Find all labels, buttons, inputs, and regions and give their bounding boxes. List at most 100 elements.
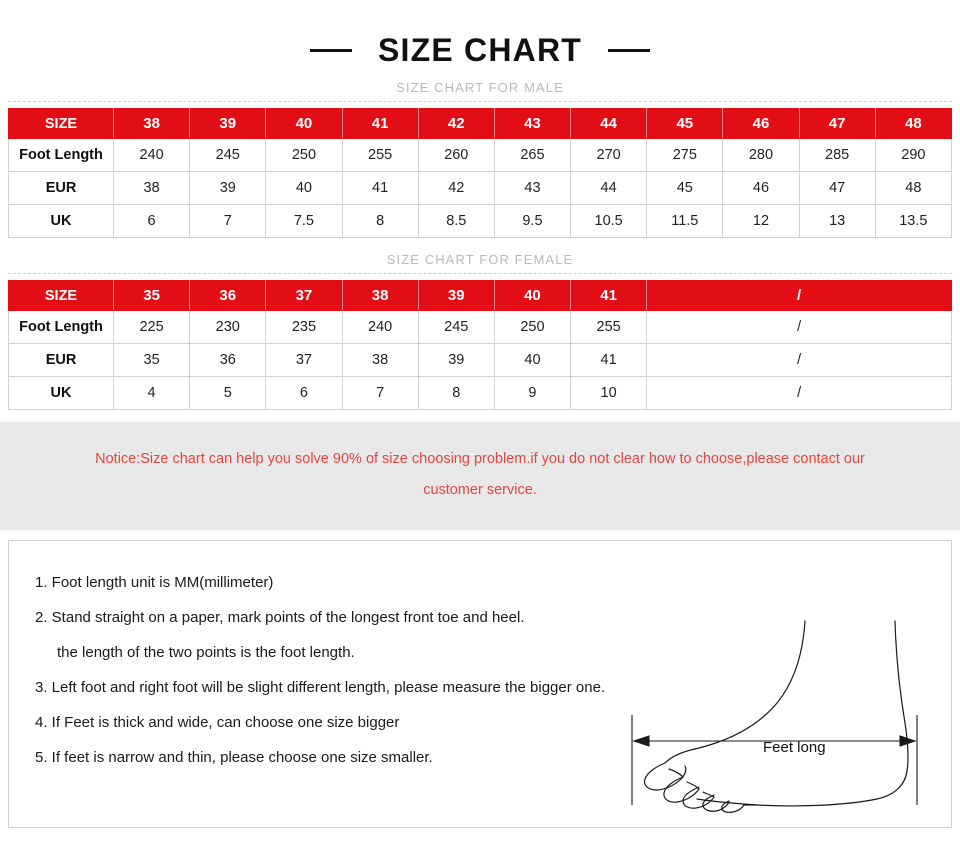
female-section-subtitle: SIZE CHART FOR FEMALE [386, 252, 574, 267]
female-span-cell: / [646, 310, 952, 344]
table-row: EUR 38 39 40 41 42 43 44 45 46 47 48 [8, 171, 953, 205]
feet-long-label: Feet long [763, 739, 826, 756]
table-cell: 7.5 [265, 204, 343, 238]
female-header-cell: 36 [189, 280, 267, 311]
table-cell: 7 [189, 204, 267, 238]
notice-band: Notice:Size chart can help you solve 90%… [0, 422, 960, 530]
table-cell: 44 [570, 171, 648, 205]
table-cell: 42 [417, 171, 495, 205]
table-cell: 39 [417, 343, 495, 377]
male-header-cell: 40 [265, 108, 343, 139]
male-header-cell: 39 [189, 108, 267, 139]
table-cell: 245 [189, 138, 267, 172]
female-section-divider [8, 273, 952, 274]
male-size-table: SIZE 38 39 40 41 42 43 44 45 46 47 48 Fo… [8, 108, 953, 238]
table-cell: 7 [341, 376, 419, 410]
table-cell: 36 [189, 343, 267, 377]
table-cell: 10 [570, 376, 648, 410]
male-header-cell: 45 [646, 108, 724, 139]
male-table-header-row: SIZE 38 39 40 41 42 43 44 45 46 47 48 [8, 108, 953, 139]
table-cell: 285 [798, 138, 876, 172]
female-header-cell: 37 [265, 280, 343, 311]
table-cell: 9.5 [493, 204, 572, 238]
page-title-row: SIZE CHART [0, 0, 960, 66]
female-header-cell: 40 [493, 280, 572, 311]
table-cell: 6 [112, 204, 191, 238]
table-cell: 230 [189, 310, 267, 344]
table-row: UK 4 5 6 7 8 9 10 / [8, 376, 952, 410]
female-header-cell: 39 [417, 280, 495, 311]
table-cell: 10.5 [570, 204, 648, 238]
female-header-empty-span: / [646, 280, 952, 311]
female-span-cell: / [646, 343, 952, 377]
table-cell: 240 [112, 138, 191, 172]
female-row-label: UK [8, 376, 114, 410]
male-section-divider [8, 101, 952, 102]
table-cell: 37 [265, 343, 343, 377]
notice-line-1: Notice:Size chart can help you solve 90%… [95, 451, 865, 467]
male-table-wrap: SIZE 38 39 40 41 42 43 44 45 46 47 48 Fo… [0, 108, 960, 238]
male-header-cell: 38 [112, 108, 191, 139]
table-cell: 9 [493, 376, 572, 410]
male-row-label: UK [8, 204, 114, 238]
table-cell: 6 [265, 376, 343, 410]
female-size-table: SIZE 35 36 37 38 39 40 41 / Foot Length … [8, 280, 952, 410]
table-cell: 46 [722, 171, 800, 205]
table-cell: 235 [265, 310, 343, 344]
male-header-cell: 41 [341, 108, 419, 139]
table-cell: 40 [493, 343, 572, 377]
male-section-subtitle: SIZE CHART FOR MALE [396, 80, 564, 95]
male-header-cell: 44 [570, 108, 648, 139]
title-dash-right-icon [608, 48, 650, 52]
table-cell: 5 [189, 376, 267, 410]
table-cell: 260 [417, 138, 495, 172]
table-cell: 13.5 [874, 204, 953, 238]
table-row: Foot Length 225 230 235 240 245 250 255 … [8, 310, 952, 344]
table-cell: 41 [341, 171, 419, 205]
male-header-size: SIZE [8, 108, 114, 139]
table-cell: 41 [570, 343, 648, 377]
title-dash-left-icon [310, 48, 352, 52]
table-cell: 250 [265, 138, 343, 172]
table-cell: 280 [722, 138, 800, 172]
table-cell: 265 [493, 138, 572, 172]
table-cell: 8 [417, 376, 495, 410]
table-cell: 4 [112, 376, 191, 410]
table-cell: 47 [798, 171, 876, 205]
table-cell: 250 [493, 310, 572, 344]
foot-measure-diagram: Feet long [617, 619, 947, 827]
table-cell: 12 [722, 204, 800, 238]
table-row: EUR 35 36 37 38 39 40 41 / [8, 343, 952, 377]
female-row-label: EUR [8, 343, 114, 377]
table-cell: 255 [570, 310, 648, 344]
female-row-label: Foot Length [8, 310, 114, 344]
table-cell: 38 [112, 171, 191, 205]
list-item: 1. Foot length unit is MM(millimeter) [35, 574, 274, 591]
female-header-cell: 41 [570, 280, 648, 311]
table-row: UK 6 7 7.5 8 8.5 9.5 10.5 11.5 12 13 13.… [8, 204, 953, 238]
male-header-cell: 42 [417, 108, 495, 139]
table-cell: 245 [417, 310, 495, 344]
female-header-cell: 35 [112, 280, 191, 311]
table-cell: 270 [570, 138, 648, 172]
table-cell: 45 [646, 171, 724, 205]
instructions-panel: 1. Foot length unit is MM(millimeter) 2.… [8, 540, 952, 828]
table-cell: 240 [341, 310, 419, 344]
table-cell: 13 [798, 204, 876, 238]
male-row-label: Foot Length [8, 138, 114, 172]
table-cell: 39 [189, 171, 267, 205]
table-cell: 40 [265, 171, 343, 205]
table-cell: 290 [874, 138, 953, 172]
table-cell: 225 [112, 310, 191, 344]
male-header-cell: 48 [874, 108, 953, 139]
table-cell: 11.5 [646, 204, 724, 238]
male-row-label: EUR [8, 171, 114, 205]
table-cell: 255 [341, 138, 419, 172]
female-header-cell: 38 [341, 280, 419, 311]
table-cell: 48 [874, 171, 953, 205]
table-cell: 38 [341, 343, 419, 377]
male-header-cell: 46 [722, 108, 800, 139]
female-span-cell: / [646, 376, 952, 410]
female-header-size: SIZE [8, 280, 114, 311]
female-table-header-row: SIZE 35 36 37 38 39 40 41 / [8, 280, 952, 311]
